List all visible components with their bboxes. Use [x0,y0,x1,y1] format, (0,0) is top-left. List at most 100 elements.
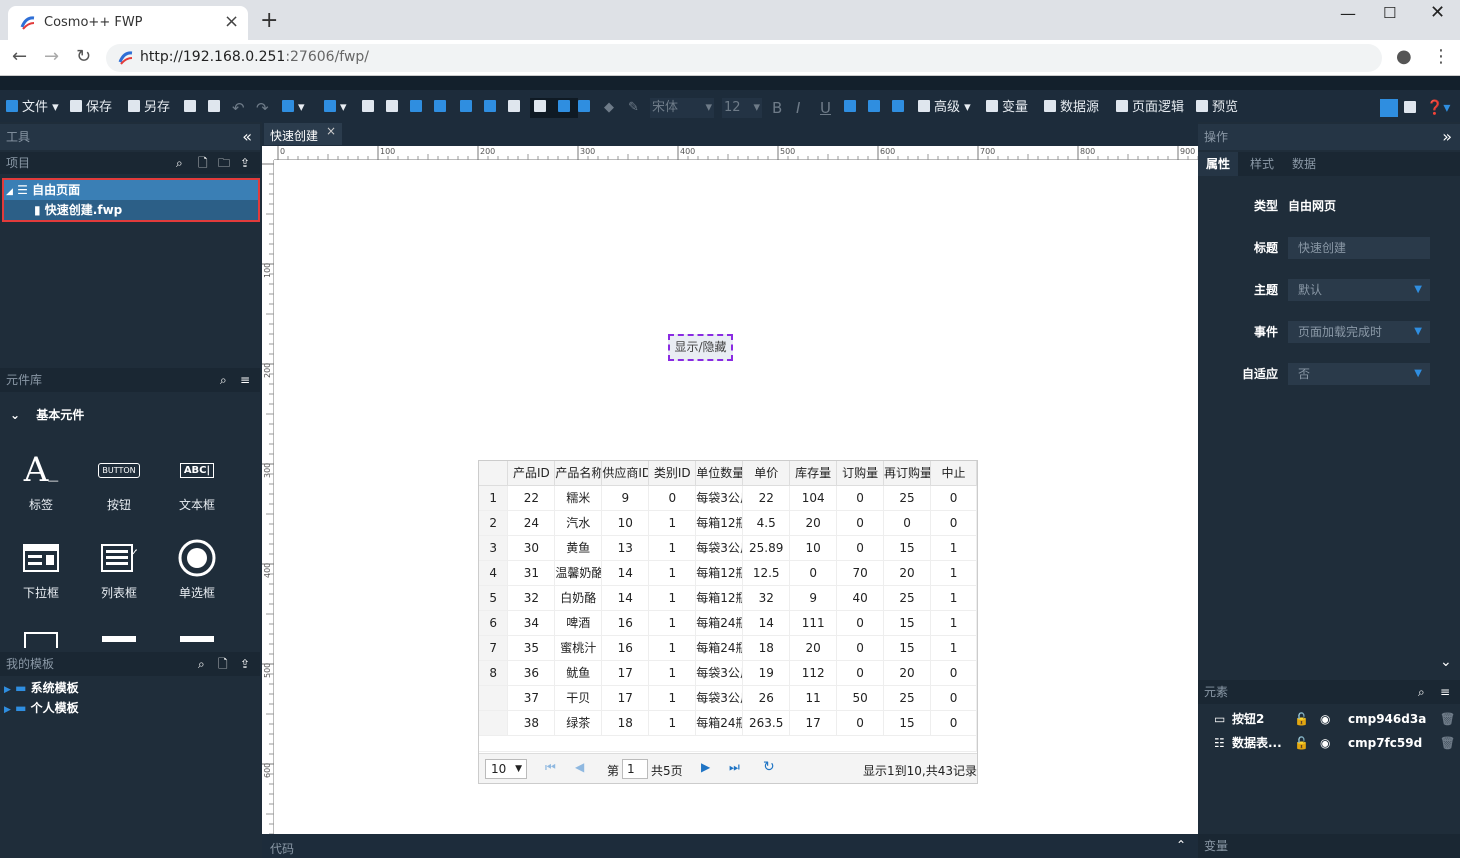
page-size-select[interactable]: 10 ▼ [485,759,527,779]
table-cell[interactable]: 每箱24瓶 [695,710,744,736]
table-row[interactable]: 4 31 温馨奶酪 14 1 每箱12瓶 12.5 0 70 20 1 [479,560,977,586]
table-row[interactable]: 37干贝171每袋3公斤261150250 [479,685,977,711]
lock-button[interactable] [460,98,476,118]
element-row[interactable]: ☷ 数据表... 🔓 ◉ cmp7fc59d 🗑 [1198,732,1460,754]
table-cell[interactable]: 1 [648,510,697,536]
table-cell[interactable]: 22 [742,485,791,511]
table-cell[interactable]: 15 [883,535,932,561]
prop-title-input[interactable]: 快速创建 [1288,237,1430,259]
table-cell[interactable]: 37 [507,685,556,711]
component-listbox[interactable]: 列表框 [84,538,154,601]
distribute-menu[interactable]: ▾ [324,98,347,118]
table-cell[interactable]: 31 [507,560,556,586]
copy-button[interactable] [184,98,200,118]
collapse-right-icon[interactable]: » [1442,124,1452,150]
import-icon[interactable]: ⇪ [240,152,250,174]
search-icon[interactable]: ⌕ [198,652,205,676]
show-hide-button[interactable]: 显示/隐藏 [668,334,733,361]
table-cell[interactable]: 26 [742,685,791,711]
column-header[interactable]: 订购量 [836,461,885,486]
table-cell[interactable]: 1 [648,685,697,711]
tab-data[interactable]: 数据 [1284,152,1324,176]
table-cell[interactable]: 11 [789,685,838,711]
table-cell[interactable]: 0 [930,710,977,736]
table-cell[interactable]: 35 [507,635,556,661]
preview-button[interactable]: 预览 [1196,98,1238,118]
table-cell[interactable]: 16 [601,635,650,661]
column-header[interactable]: 库存量 [789,461,838,486]
table-cell[interactable]: 9 [789,585,838,611]
font-size-select[interactable]: 12 ▾ [722,98,762,118]
table-cell[interactable]: 0 [836,535,885,561]
visible-eye-icon[interactable]: ◉ [1320,732,1330,754]
font-family-select[interactable]: 宋体 ▾ [650,98,714,118]
help-icon[interactable]: ❓▾ [1426,98,1450,118]
search-icon[interactable]: ⌕ [1418,680,1425,704]
datasource-button[interactable]: 数据源 [1044,98,1099,118]
redo-icon[interactable]: ↷ [256,98,269,118]
column-header[interactable]: 单位数量 [695,461,744,486]
table-cell[interactable]: 34 [507,610,556,636]
prop-event-select[interactable]: 页面加载完成时 ▼ [1288,321,1430,343]
basic-components-group[interactable]: ⌄ 基本元件 [10,406,84,423]
tree-item-personal-templates[interactable]: ▶ ▬ 个人模板 [4,698,79,718]
document-tab[interactable]: 快速创建 × [264,123,342,145]
table-cell[interactable]: 每箱12瓶 [695,585,744,611]
table-cell[interactable]: 糯米 [554,485,603,511]
next-page-icon[interactable]: ▶ [701,760,710,774]
visible-eye-icon[interactable]: ◉ [1320,708,1330,730]
table-cell[interactable]: 20 [789,510,838,536]
component-button[interactable]: BUTTON 按钮 [84,450,154,513]
table-cell[interactable]: 1 [648,585,697,611]
table-cell[interactable]: 鱿鱼 [554,660,603,686]
table-row[interactable]: 330黄鱼131每袋3公斤25.89100151 [479,535,977,561]
close-window-icon[interactable]: ✕ [1430,2,1445,23]
data-table[interactable]: 产品ID 产品名称 供应商ID 类别ID 单位数量 单价 库存量 订购量 再订购… [478,460,978,784]
bring-front-button[interactable] [410,98,426,118]
unlock-button[interactable] [484,98,500,118]
desktop-view-icon[interactable] [1380,99,1398,117]
table-cell[interactable]: 1 [648,610,697,636]
table-cell[interactable]: 0 [930,685,977,711]
table-cell[interactable]: 20 [883,660,932,686]
text-align-center-button[interactable] [868,98,884,118]
table-cell[interactable]: 每袋3公斤 [695,685,744,711]
column-header[interactable]: 中止 [930,461,977,486]
import-icon[interactable]: ⇪ [240,652,250,676]
prop-theme-select[interactable]: 默认 ▼ [1288,279,1430,301]
table-cell[interactable]: 19 [742,660,791,686]
table-cell[interactable]: 10 [789,535,838,561]
connector-tool-button[interactable] [578,98,594,118]
table-cell[interactable]: 38 [507,710,556,736]
prev-page-icon[interactable]: ◀ [575,760,584,774]
checkbox-component-icon[interactable] [24,632,58,648]
table-cell[interactable]: 0 [836,635,885,661]
file-menu[interactable]: 文件 ▾ [6,98,59,118]
component-radio[interactable]: 单选框 [162,538,232,601]
table-cell[interactable]: 14 [742,610,791,636]
table-cell[interactable]: 30 [507,535,556,561]
mobile-view-icon[interactable] [1404,99,1420,119]
table-cell[interactable]: 每袋3公斤 [695,485,744,511]
table-cell[interactable]: 25 [883,585,932,611]
collapse-down-icon[interactable]: ⌄ [1440,654,1452,670]
table-cell[interactable]: 16 [601,610,650,636]
group-button[interactable] [508,98,524,118]
table-cell[interactable]: 15 [883,635,932,661]
table-cell[interactable]: 1 [648,635,697,661]
table-cell[interactable]: 每箱12瓶 [695,560,744,586]
underline-button[interactable]: U [820,98,831,118]
minimize-icon[interactable]: — [1340,4,1356,23]
delete-icon[interactable]: 🗑 [1440,732,1455,754]
table-cell[interactable]: 温馨奶酪 [554,560,603,586]
table-cell[interactable]: 白奶酪 [554,585,603,611]
table-row[interactable]: 6 34 啤酒 16 1 每箱24瓶 14 111 0 15 1 [479,610,977,636]
menu-icon[interactable]: ⋮ [1432,46,1450,67]
table-row[interactable]: 836鱿鱼171每袋3公斤191120200 [479,660,977,686]
table-cell[interactable]: 14 [601,585,650,611]
prop-adaptive-select[interactable]: 否 ▼ [1288,363,1430,385]
table-cell[interactable]: 蜜桃汁 [554,635,603,661]
table-cell[interactable]: 1 [648,710,697,736]
component-label[interactable]: A _ 标签 [6,450,76,513]
table-cell[interactable]: 0 [836,485,885,511]
